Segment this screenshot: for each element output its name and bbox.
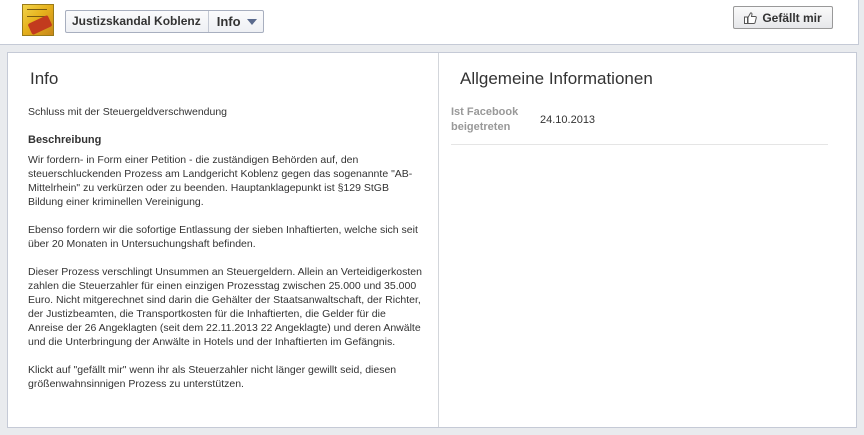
- page-avatar[interactable]: [22, 4, 54, 36]
- like-button[interactable]: Gefällt mir: [733, 6, 833, 29]
- tab-label: Info: [216, 14, 241, 29]
- description-paragraph: Wir fordern- in Form einer Petition - di…: [28, 154, 413, 208]
- description-paragraph: Klickt auf "gefällt mir" wenn ihr als St…: [28, 364, 397, 390]
- description-paragraph: Ebenso fordern wir die sofortige Entlass…: [28, 224, 418, 250]
- joined-label: Ist Facebook beigetreten: [451, 106, 519, 133]
- joined-row: Ist Facebook beigetreten 24.10.2013: [451, 99, 828, 145]
- description-paragraph: Dieser Prozess verschlingt Unsummen an S…: [28, 266, 422, 348]
- short-description: Schluss mit der Steuergeldverschwendung: [28, 106, 228, 118]
- tab-dropdown-button[interactable]: Info: [209, 11, 263, 32]
- avatar-seal: [27, 14, 53, 35]
- chevron-down-icon: [246, 18, 257, 25]
- general-info-column: Allgemeine Informationen Ist Facebook be…: [439, 53, 856, 427]
- thumbs-up-icon: [744, 11, 758, 24]
- joined-date: 24.10.2013: [540, 114, 596, 126]
- info-column: Info Schluss mit der Steuergeldverschwen…: [8, 53, 439, 427]
- info-text: Schluss mit der Steuergeldverschwendung …: [28, 105, 423, 405]
- description-heading: Beschreibung: [28, 134, 102, 146]
- general-info-title: Allgemeine Informationen: [460, 69, 653, 88]
- info-panel: Info Schluss mit der Steuergeldverschwen…: [7, 52, 857, 428]
- page-name-link[interactable]: Justizskandal Koblenz: [66, 11, 209, 32]
- like-button-label: Gefällt mir: [762, 10, 822, 25]
- page-header: Justizskandal Koblenz Info Gefällt mir: [0, 0, 859, 45]
- page-tab-selector: Justizskandal Koblenz Info: [65, 10, 264, 33]
- info-title: Info: [30, 69, 59, 88]
